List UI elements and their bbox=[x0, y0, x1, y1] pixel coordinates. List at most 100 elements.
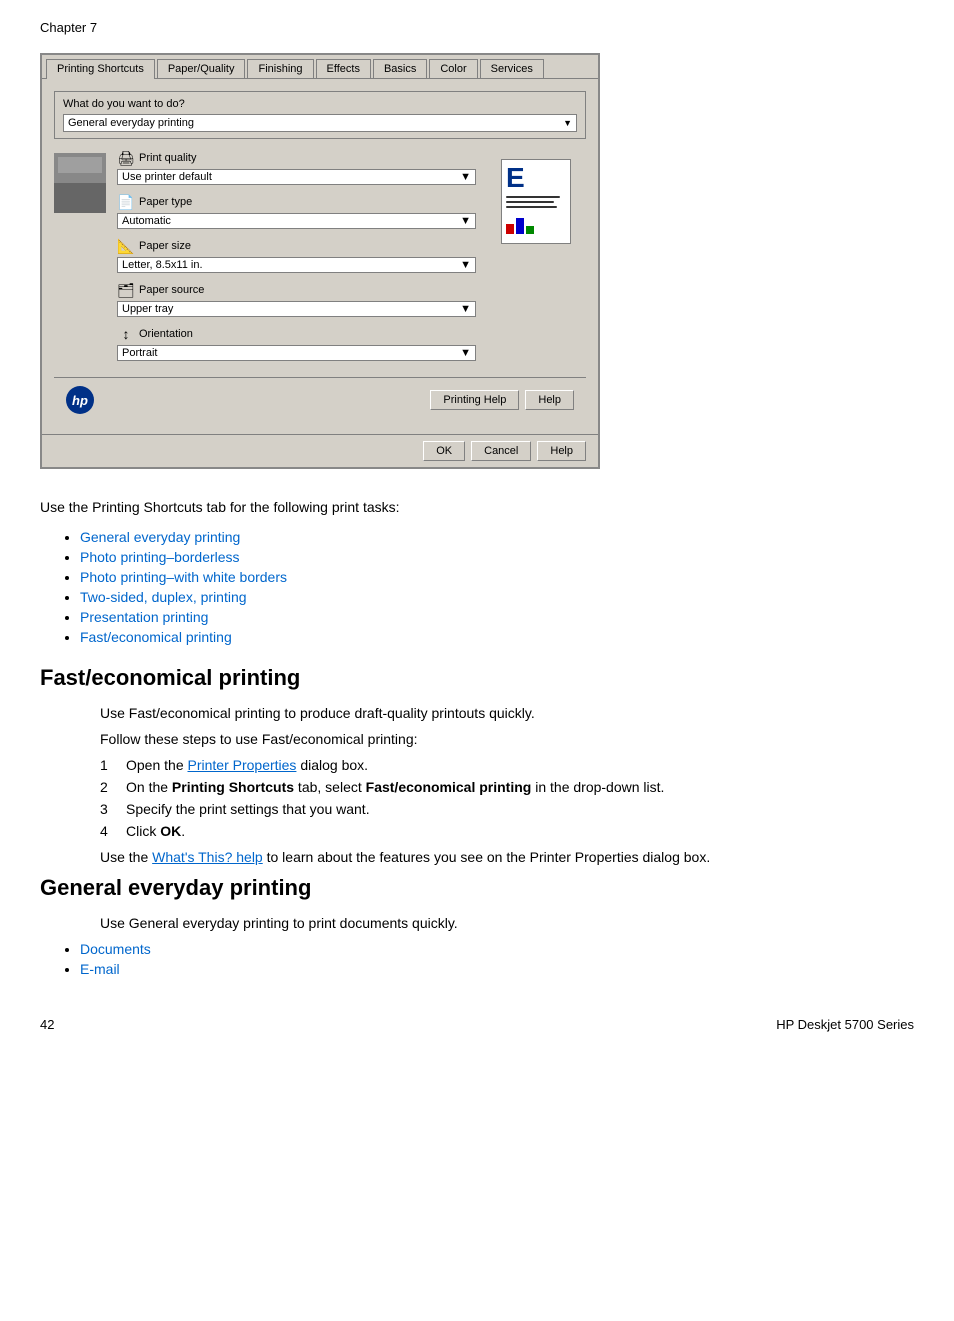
paper-source-label: 🗂 Paper source bbox=[117, 281, 476, 299]
dialog-wrapper: Printing Shortcuts Paper/Quality Finishi… bbox=[40, 53, 914, 469]
product-name: HP Deskjet 5700 Series bbox=[776, 1017, 914, 1032]
dialog-bottom-bar: OK Cancel Help bbox=[42, 434, 598, 467]
list-item: General everyday printing bbox=[80, 529, 760, 545]
paper-source-select[interactable]: Upper tray ▼ bbox=[117, 301, 476, 317]
hp-logo: hp bbox=[66, 386, 94, 414]
link-email[interactable]: E-mail bbox=[80, 961, 120, 977]
what-do-value: General everyday printing bbox=[68, 117, 194, 129]
dialog-footer: hp Printing Help Help bbox=[54, 377, 586, 422]
fast-economical-steps: 1 Open the Printer Properties dialog box… bbox=[100, 757, 760, 839]
paper-type-label: 📄 Paper type bbox=[117, 193, 476, 211]
chapter-label: Chapter 7 bbox=[40, 20, 914, 35]
paper-size-label: 📐 Paper size bbox=[117, 237, 476, 255]
orientation-icon: ↕ bbox=[117, 325, 135, 343]
preview-bar-chart bbox=[506, 214, 566, 234]
thumbnail-area bbox=[54, 149, 109, 369]
link-photo-borderless[interactable]: Photo printing–borderless bbox=[80, 549, 240, 565]
paper-type-select[interactable]: Automatic ▼ bbox=[117, 213, 476, 229]
fast-economical-heading: Fast/economical printing bbox=[40, 665, 760, 691]
print-quality-icon: 🖨 bbox=[117, 149, 135, 167]
footer-buttons: Printing Help Help bbox=[430, 390, 574, 410]
fast-economical-steps-intro: Follow these steps to use Fast/economica… bbox=[100, 731, 760, 747]
page-body: Use the Printing Shortcuts tab for the f… bbox=[40, 499, 760, 977]
paper-type-arrow-icon: ▼ bbox=[460, 215, 471, 227]
shortcuts-list: General everyday printing Photo printing… bbox=[40, 529, 760, 645]
paper-size-icon: 📐 bbox=[117, 237, 135, 255]
general-everyday-list: Documents E-mail bbox=[40, 941, 760, 977]
fast-economical-footer: Use the What's This? help to learn about… bbox=[100, 849, 760, 865]
preview-line-1 bbox=[506, 196, 560, 198]
list-item-documents: Documents bbox=[80, 941, 760, 957]
link-photo-white-borders[interactable]: Photo printing–with white borders bbox=[80, 569, 287, 585]
preview-line-2 bbox=[506, 201, 554, 203]
tab-printing-shortcuts[interactable]: Printing Shortcuts bbox=[46, 59, 155, 79]
preview-lines bbox=[506, 196, 566, 208]
link-documents[interactable]: Documents bbox=[80, 941, 151, 957]
link-general-everyday[interactable]: General everyday printing bbox=[80, 529, 240, 545]
general-everyday-heading: General everyday printing bbox=[40, 875, 760, 901]
step-1: 1 Open the Printer Properties dialog box… bbox=[100, 757, 760, 773]
printing-help-button[interactable]: Printing Help bbox=[430, 390, 519, 410]
print-quality-arrow-icon: ▼ bbox=[460, 171, 471, 183]
list-item: Fast/economical printing bbox=[80, 629, 760, 645]
paper-type-icon: 📄 bbox=[117, 193, 135, 211]
link-two-sided[interactable]: Two-sided, duplex, printing bbox=[80, 589, 247, 605]
what-do-group: What do you want to do? General everyday… bbox=[54, 91, 586, 139]
orientation-row: ↕ Orientation Portrait ▼ bbox=[117, 325, 476, 361]
page-footer: 42 HP Deskjet 5700 Series bbox=[40, 1017, 914, 1032]
step-2: 2 On the Printing Shortcuts tab, select … bbox=[100, 779, 760, 795]
thumbnail-image bbox=[54, 153, 106, 213]
tab-basics[interactable]: Basics bbox=[373, 59, 427, 78]
paper-source-row: 🗂 Paper source Upper tray ▼ bbox=[117, 281, 476, 317]
print-quality-row: 🖨 Print quality Use printer default ▼ bbox=[117, 149, 476, 185]
bar-2 bbox=[516, 218, 524, 234]
bar-3 bbox=[526, 226, 534, 234]
paper-size-row: 📐 Paper size Letter, 8.5x11 in. ▼ bbox=[117, 237, 476, 273]
link-fast-economical[interactable]: Fast/economical printing bbox=[80, 629, 232, 645]
page-number: 42 bbox=[40, 1017, 54, 1032]
bar-1 bbox=[506, 224, 514, 234]
what-do-label: What do you want to do? bbox=[63, 98, 577, 110]
orientation-arrow-icon: ▼ bbox=[460, 347, 471, 359]
printer-dialog: Printing Shortcuts Paper/Quality Finishi… bbox=[40, 53, 600, 469]
fast-economical-intro: Use Fast/economical printing to produce … bbox=[100, 705, 760, 721]
tab-color[interactable]: Color bbox=[429, 59, 477, 78]
tab-services[interactable]: Services bbox=[480, 59, 544, 78]
list-item-email: E-mail bbox=[80, 961, 760, 977]
tab-effects[interactable]: Effects bbox=[316, 59, 371, 78]
tab-finishing[interactable]: Finishing bbox=[247, 59, 313, 78]
dialog-tabs: Printing Shortcuts Paper/Quality Finishi… bbox=[42, 55, 598, 79]
link-printer-properties[interactable]: Printer Properties bbox=[188, 757, 297, 773]
paper-type-row: 📄 Paper type Automatic ▼ bbox=[117, 193, 476, 229]
paper-size-arrow-icon: ▼ bbox=[460, 259, 471, 271]
link-whats-this[interactable]: What's This? help bbox=[152, 849, 263, 865]
list-item: Two-sided, duplex, printing bbox=[80, 589, 760, 605]
settings-list: 🖨 Print quality Use printer default ▼ bbox=[117, 149, 476, 369]
tab-paper-quality[interactable]: Paper/Quality bbox=[157, 59, 246, 78]
bottom-help-button[interactable]: Help bbox=[537, 441, 586, 461]
document-preview: E bbox=[486, 149, 586, 369]
list-item: Photo printing–borderless bbox=[80, 549, 760, 565]
dialog-main-area: 🖨 Print quality Use printer default ▼ bbox=[54, 149, 586, 369]
step-3: 3 Specify the print settings that you wa… bbox=[100, 801, 760, 817]
print-quality-label: 🖨 Print quality bbox=[117, 149, 476, 167]
orientation-select[interactable]: Portrait ▼ bbox=[117, 345, 476, 361]
paper-source-arrow-icon: ▼ bbox=[460, 303, 471, 315]
help-button[interactable]: Help bbox=[525, 390, 574, 410]
preview-line-3 bbox=[506, 206, 557, 208]
what-do-arrow-icon: ▼ bbox=[563, 118, 572, 128]
paper-size-select[interactable]: Letter, 8.5x11 in. ▼ bbox=[117, 257, 476, 273]
what-do-select[interactable]: General everyday printing ▼ bbox=[63, 114, 577, 132]
general-everyday-intro: Use General everyday printing to print d… bbox=[100, 915, 760, 931]
step-4: 4 Click OK. bbox=[100, 823, 760, 839]
link-presentation[interactable]: Presentation printing bbox=[80, 609, 208, 625]
orientation-label: ↕ Orientation bbox=[117, 325, 476, 343]
intro-text: Use the Printing Shortcuts tab for the f… bbox=[40, 499, 760, 515]
print-quality-select[interactable]: Use printer default ▼ bbox=[117, 169, 476, 185]
ok-button[interactable]: OK bbox=[423, 441, 465, 461]
list-item: Presentation printing bbox=[80, 609, 760, 625]
list-item: Photo printing–with white borders bbox=[80, 569, 760, 585]
preview-letter-e: E bbox=[506, 164, 566, 192]
cancel-button[interactable]: Cancel bbox=[471, 441, 531, 461]
paper-source-icon: 🗂 bbox=[117, 281, 135, 299]
